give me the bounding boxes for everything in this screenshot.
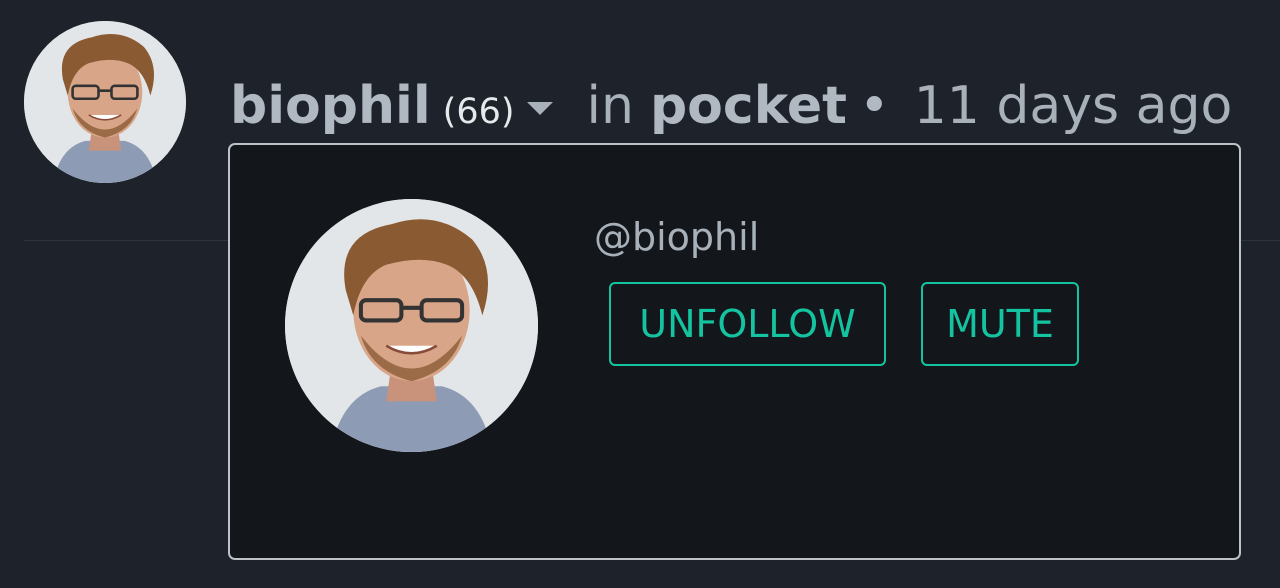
post-header-area: biophil (66) in pocket • 11 days ago @bi… [0, 0, 1280, 588]
separator-dot: • [859, 76, 890, 136]
unfollow-button[interactable]: UNFOLLOW [609, 282, 886, 366]
post-meta-line: biophil (66) in pocket • 11 days ago [230, 68, 1232, 144]
chevron-down-icon[interactable] [526, 101, 553, 115]
post-timestamp[interactable]: 11 days ago [914, 68, 1233, 144]
avatar-photo [285, 199, 538, 452]
popover-handle: @biophil [594, 215, 760, 259]
author-name-link[interactable]: biophil [230, 68, 431, 144]
author-avatar[interactable] [24, 21, 186, 183]
community-link[interactable]: pocket [650, 68, 847, 144]
mute-button[interactable]: MUTE [921, 282, 1079, 366]
author-reputation: (66) [442, 92, 515, 132]
in-label: in [586, 76, 634, 136]
popover-avatar [285, 199, 538, 452]
avatar-photo [24, 21, 186, 183]
